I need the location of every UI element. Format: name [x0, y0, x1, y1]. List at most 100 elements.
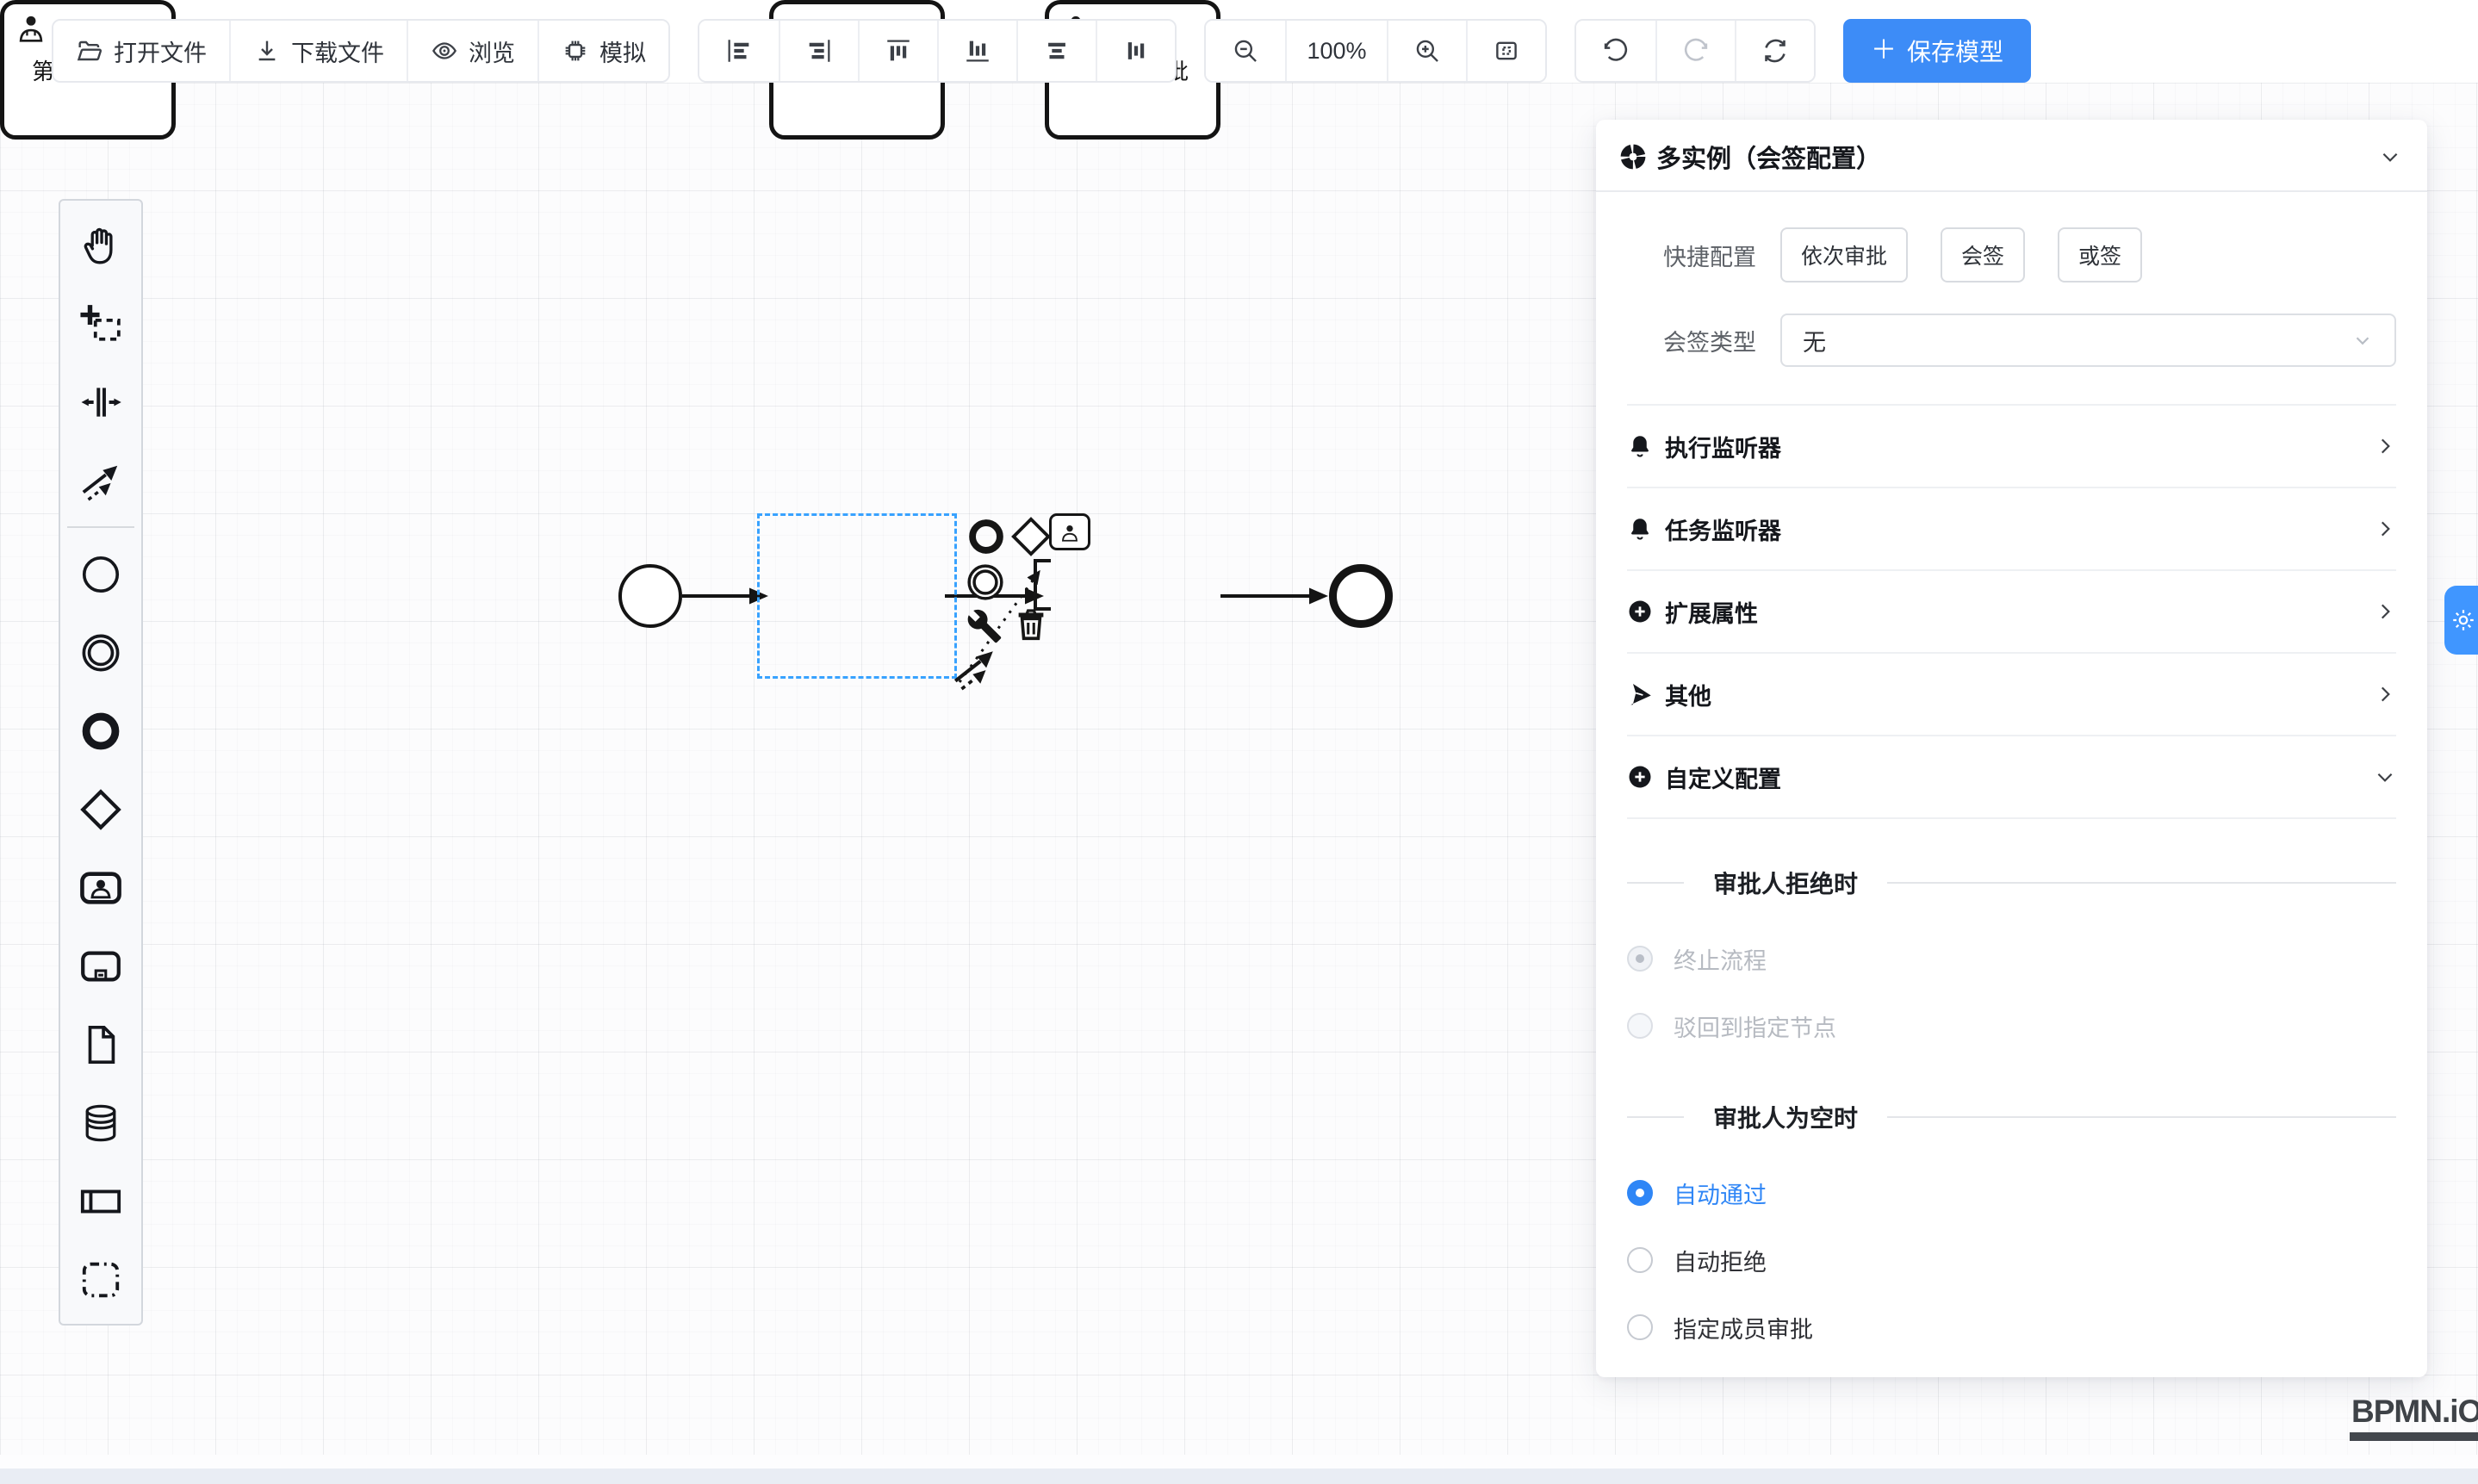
sign-type-select[interactable]: 无	[1780, 314, 2396, 367]
section-task-listeners[interactable]: 任务监听器	[1627, 488, 2396, 571]
create-data-object[interactable]	[60, 1005, 141, 1084]
gateway-icon	[79, 788, 122, 831]
tool-palette	[59, 199, 143, 1326]
panel-header[interactable]: 多实例（会签配置）	[1596, 120, 2427, 190]
radio-disabled-checked[interactable]	[1627, 946, 1653, 972]
divider	[1596, 190, 2427, 192]
radio-label: 指定成员审批	[1674, 1311, 1813, 1344]
connect-tool[interactable]	[60, 441, 141, 519]
create-subprocess[interactable]	[60, 927, 141, 1005]
undo-button[interactable]	[1576, 21, 1655, 81]
divider	[1627, 1116, 1684, 1118]
zoom-out-button[interactable]	[1206, 21, 1285, 81]
selection-outline	[757, 513, 957, 679]
hand-tool[interactable]	[60, 206, 141, 284]
fit-viewport-icon	[1492, 36, 1521, 65]
settings-gear-tab[interactable]	[2444, 586, 2478, 655]
zoom-in-button[interactable]	[1387, 21, 1466, 81]
create-group[interactable]	[60, 1240, 141, 1319]
zoom-level-display[interactable]: 100%	[1285, 21, 1387, 81]
or-sign-button[interactable]: 或签	[2058, 227, 2142, 283]
create-participant-pool[interactable]	[60, 1162, 141, 1240]
chevron-down-icon	[2351, 329, 2374, 351]
chevron-right-icon	[2374, 683, 2396, 705]
space-tool[interactable]	[60, 363, 141, 441]
send-icon	[1627, 681, 1653, 707]
create-gateway[interactable]	[60, 770, 141, 848]
align-center-horizontal-button[interactable]	[1016, 21, 1096, 81]
end-event[interactable]	[1329, 564, 1393, 628]
radio-checked[interactable]	[1627, 1180, 1653, 1206]
download-file-button[interactable]: 下载文件	[229, 21, 407, 81]
chevron-right-icon	[2374, 518, 2396, 540]
section-custom-config[interactable]: 自定义配置	[1627, 736, 2396, 819]
radio-auto-reject[interactable]: 自动拒绝	[1627, 1233, 2396, 1288]
bottom-scrollbar-track[interactable]	[0, 1468, 2478, 1484]
connect-arrow-icon[interactable]	[951, 644, 997, 691]
section-execution-listeners[interactable]: 执行监听器	[1627, 406, 2396, 488]
radio-disabled[interactable]	[1627, 1013, 1653, 1039]
save-model-button[interactable]: ＋ 保存模型	[1843, 19, 2031, 83]
append-gateway-icon[interactable]	[1009, 515, 1053, 558]
radio-terminate-process[interactable]: 终止流程	[1627, 931, 2396, 986]
connect-icon	[79, 459, 122, 502]
gear-icon	[2450, 607, 2476, 633]
divider	[1887, 882, 2396, 884]
radio-unchecked[interactable]	[1627, 1247, 1653, 1273]
section-other[interactable]: 其他	[1627, 654, 2396, 736]
space-tool-icon	[79, 381, 122, 424]
download-file-label: 下载文件	[291, 34, 384, 68]
palette-separator	[67, 526, 134, 528]
panel-sections: 执行监听器 任务监听器 扩展属性 其他 自定义配置	[1627, 404, 2396, 819]
radio-assign-member[interactable]: 指定成员审批	[1627, 1300, 2396, 1355]
align-top-button[interactable]	[858, 21, 937, 81]
bpmn-io-logo[interactable]: BPMN.iO	[2350, 1394, 2478, 1441]
simulate-button[interactable]: 模拟	[537, 21, 668, 81]
sequential-approve-button[interactable]: 依次审批	[1780, 227, 1908, 283]
create-user-task[interactable]	[60, 848, 141, 927]
align-right-button[interactable]	[779, 21, 858, 81]
radio-return-to-node[interactable]: 驳回到指定节点	[1627, 998, 2396, 1053]
lasso-tool[interactable]	[60, 284, 141, 363]
reject-group-title: 审批人拒绝时	[1627, 864, 2396, 902]
properties-panel: 多实例（会签配置） 快捷配置 依次审批 会签 或签 会签类型 无 执行监听器	[1596, 120, 2427, 1377]
align-left-button[interactable]	[699, 21, 779, 81]
multi-instance-icon	[1620, 144, 1646, 170]
delete-trash-icon[interactable]	[1011, 603, 1051, 644]
reset-button[interactable]	[1735, 21, 1814, 81]
create-start-event[interactable]	[60, 535, 141, 613]
create-data-store[interactable]	[60, 1084, 141, 1162]
radio-unchecked[interactable]	[1627, 1314, 1653, 1340]
append-intermediate-event-icon[interactable]	[965, 562, 1006, 603]
end-event-icon	[79, 710, 122, 753]
redo-button[interactable]	[1655, 21, 1735, 81]
pool-icon	[79, 1180, 122, 1223]
change-type-wrench-icon[interactable]	[966, 608, 1003, 644]
file-toolbar-group: 打开文件 下载文件 浏览 模拟	[52, 19, 670, 83]
align-center-vertical-button[interactable]	[1096, 21, 1175, 81]
append-end-event-icon[interactable]	[966, 517, 1006, 556]
empty-approver-group-title: 审批人为空时	[1627, 1098, 2396, 1136]
browse-button[interactable]: 浏览	[407, 21, 537, 81]
align-toolbar-group	[698, 19, 1177, 83]
fit-viewport-button[interactable]	[1466, 21, 1545, 81]
start-event[interactable]	[618, 564, 682, 628]
open-file-button[interactable]: 打开文件	[53, 21, 229, 81]
align-center-vertical-icon	[1121, 36, 1151, 65]
create-intermediate-event[interactable]	[60, 613, 141, 692]
section-label: 扩展属性	[1665, 595, 2362, 629]
radio-auto-pass[interactable]: 自动通过	[1627, 1165, 2396, 1220]
divider	[1887, 1116, 2396, 1118]
countersign-button[interactable]: 会签	[1941, 227, 2025, 283]
bell-icon	[1627, 516, 1653, 542]
eye-icon	[431, 37, 458, 65]
append-user-task-icon[interactable]	[1049, 513, 1090, 550]
align-left-icon	[724, 36, 754, 65]
create-end-event[interactable]	[60, 692, 141, 770]
panel-title: 多实例（会签配置）	[1656, 139, 2369, 175]
section-extended-properties[interactable]: 扩展属性	[1627, 571, 2396, 654]
user-task-icon	[79, 866, 122, 910]
sign-type-value: 无	[1803, 324, 2351, 357]
chevron-down-icon	[2374, 766, 2396, 788]
align-bottom-button[interactable]	[937, 21, 1016, 81]
